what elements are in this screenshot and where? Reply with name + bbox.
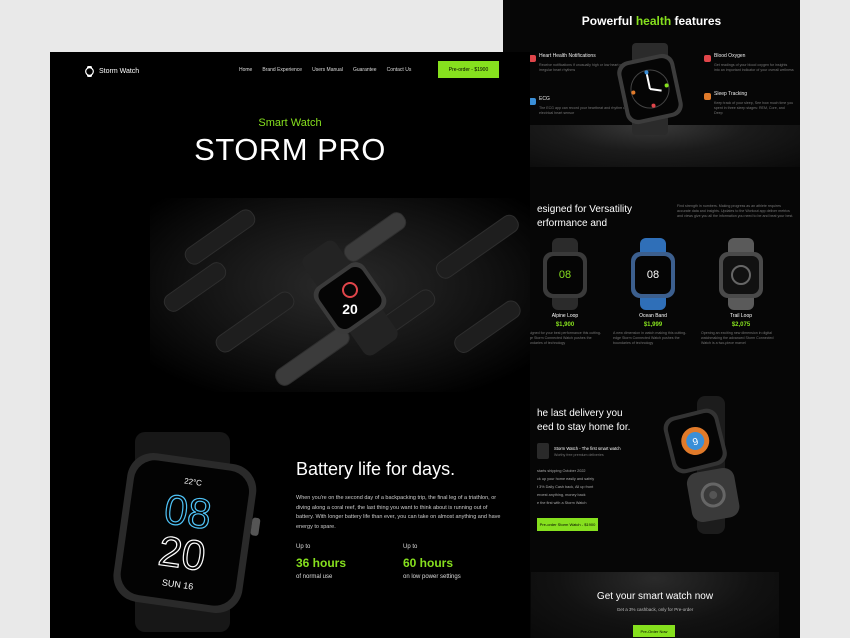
mini-product-thumbnail bbox=[537, 443, 549, 459]
back-page: Powerful health features Heart Health No… bbox=[503, 0, 800, 638]
stat-normal-use: Up to 36 hours of normal use bbox=[296, 544, 347, 580]
watch-minute: 20 bbox=[156, 527, 209, 580]
delivery-title: he last delivery you eed to stay home fo… bbox=[537, 408, 631, 433]
list-item: ck up your home easily and safely bbox=[537, 477, 595, 481]
alpine-loop-image: 08 bbox=[543, 238, 587, 310]
cta-section: Get your smart watch now Get a 3% cashba… bbox=[531, 572, 779, 638]
feature-sleep: Sleep Tracking Keep track of your sleep,… bbox=[704, 91, 794, 116]
list-item: t 3% Daily Cash back, All up front bbox=[537, 485, 594, 489]
brand-logo[interactable]: Storm Watch bbox=[85, 66, 139, 77]
preorder-storm-button[interactable]: Pre-order Storm Watch - $1900 bbox=[537, 518, 598, 531]
delivery-watches-image: 9 bbox=[663, 396, 740, 534]
product-card[interactable]: 08 Alpine Loop $1,900 designed for your … bbox=[525, 238, 605, 346]
preorder-now-button[interactable]: Pre-Order Now bbox=[633, 625, 675, 637]
brand-name: Storm Watch bbox=[99, 68, 140, 75]
nav-guarantee[interactable]: Guarantee bbox=[353, 67, 377, 73]
feature-blood-oxygen: Blood Oxygen Get readings of your blood … bbox=[704, 53, 794, 73]
battery-desc: When you're on the second day of a backp… bbox=[296, 495, 501, 530]
watch-logo-icon bbox=[85, 66, 94, 77]
battery-title: Battery life for days. bbox=[296, 459, 456, 479]
nav-users-manual[interactable]: Users Manual bbox=[312, 67, 343, 73]
versatility-title: esigned for Versatility erformance and bbox=[537, 204, 633, 229]
nav-brand-experience[interactable]: Brand Experience bbox=[262, 67, 302, 73]
features-title: Powerful health features bbox=[581, 14, 722, 28]
stat-low-power: Up to 60 hours on low power settings bbox=[403, 544, 461, 580]
nav-contact-us[interactable]: Contact Us bbox=[387, 67, 412, 73]
list-item: eroest anything, money back bbox=[537, 493, 586, 497]
heart-icon bbox=[529, 55, 536, 62]
product-card[interactable]: 08 Ocean Band $1,999 A new dimension in … bbox=[613, 238, 693, 346]
hero-title: STORM PRO bbox=[194, 132, 386, 167]
front-page: Storm Watch Home Brand Experience Users … bbox=[50, 52, 530, 638]
svg-text:08: 08 bbox=[559, 269, 571, 281]
trail-loop-image bbox=[719, 238, 763, 310]
ecg-icon bbox=[529, 98, 536, 105]
list-item: e the first with a Storm Watch bbox=[537, 501, 587, 505]
hero-subtitle: Smart Watch bbox=[258, 117, 322, 129]
ocean-band-image: 08 bbox=[631, 238, 675, 310]
sleep-icon bbox=[704, 93, 711, 100]
list-item: starts shipping October 2022 bbox=[537, 469, 586, 473]
preorder-button[interactable]: Pre-order - $1900 bbox=[438, 61, 499, 78]
product-card[interactable]: Trail Loop $2,075 Opening an exciting ne… bbox=[701, 238, 781, 346]
main-nav: Home Brand Experience Users Manual Guara… bbox=[239, 67, 421, 73]
hero-watch-bands-image: 20 bbox=[150, 198, 530, 392]
delivery-list: starts shipping October 2022 ck up your … bbox=[537, 469, 594, 509]
blood-oxygen-icon bbox=[704, 55, 711, 62]
feature-watch-image bbox=[617, 43, 683, 135]
svg-text:08: 08 bbox=[647, 269, 659, 281]
hero-watch-time: 20 bbox=[342, 301, 358, 317]
battery-watch-image: 22°C 08 20 SUN 16 bbox=[113, 432, 261, 632]
versatility-desc: Find strength in numbers. Making progres… bbox=[677, 204, 794, 218]
nav-home[interactable]: Home bbox=[239, 67, 252, 73]
